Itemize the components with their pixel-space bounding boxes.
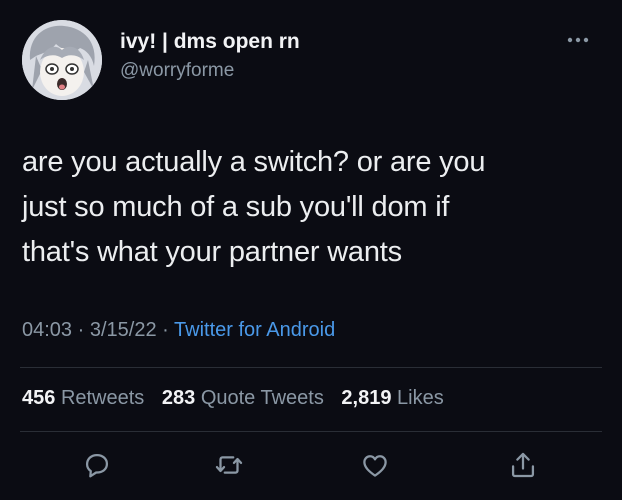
quote-tweets-stat[interactable]: 283 Quote Tweets xyxy=(162,387,330,409)
retweets-stat[interactable]: 456 Retweets xyxy=(22,387,150,409)
likes-label: Likes xyxy=(397,387,444,409)
like-icon xyxy=(363,455,387,477)
anime-avatar-icon xyxy=(22,20,102,100)
meta-separator: · xyxy=(77,319,85,341)
divider xyxy=(20,367,602,368)
retweets-label: Retweets xyxy=(60,387,145,409)
share-button[interactable] xyxy=(506,448,540,482)
retweets-count: 456 xyxy=(22,387,56,409)
retweet-button[interactable] xyxy=(212,448,246,482)
quote-tweets-label: Quote Tweets xyxy=(200,387,324,409)
tweet-text-line: just so much of a sub you'll dom if xyxy=(22,191,450,223)
tweet-text-line: that's what your partner wants xyxy=(22,236,402,268)
reply-button[interactable] xyxy=(80,448,114,482)
meta-separator: · xyxy=(162,319,169,341)
tweet-time[interactable]: 04:03 xyxy=(22,319,72,341)
tweet-card: ivy! | dms open rn @worryforme are you a… xyxy=(0,0,622,500)
tweet-source-link[interactable]: Twitter for Android xyxy=(174,319,335,341)
tweet-text-line: are you actually a switch? or are you xyxy=(22,146,486,178)
tweet-date[interactable]: 3/15/22 xyxy=(90,319,157,341)
reply-icon xyxy=(85,453,109,478)
retweet-icon xyxy=(215,456,243,474)
more-options-button[interactable] xyxy=(560,30,596,50)
avatar[interactable] xyxy=(22,20,102,100)
display-name[interactable]: ivy! | dms open rn xyxy=(120,30,300,54)
quote-tweets-count: 283 xyxy=(161,387,196,409)
share-icon xyxy=(511,452,535,478)
likes-stat[interactable]: 2,819 Likes xyxy=(341,387,443,409)
tweet-stats: 456 Retweets 283 Quote Tweets 2,819 Like… xyxy=(22,387,456,410)
like-button[interactable] xyxy=(358,448,392,482)
more-icon xyxy=(567,37,589,43)
tweet-meta: 04:03 · 3/15/22 · Twitter for Android xyxy=(22,319,335,342)
tweet-text: are you actually a switch? or are you ju… xyxy=(22,140,602,275)
likes-count: 2,819 xyxy=(341,387,392,409)
tweet-actions xyxy=(0,448,622,488)
divider xyxy=(20,431,602,432)
user-handle[interactable]: @worryforme xyxy=(120,60,234,82)
